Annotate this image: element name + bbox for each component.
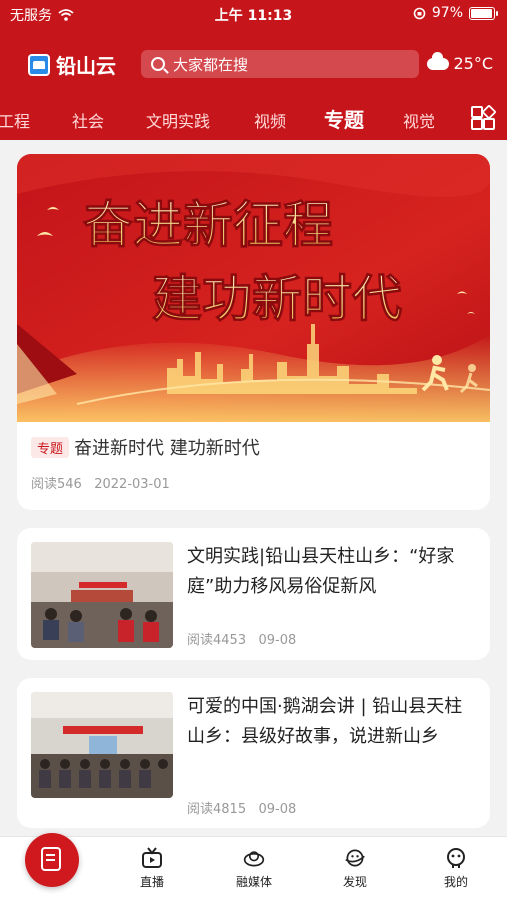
channel-tabs: 工程 社会 文明实践 视频 专题 视觉 <box>0 100 507 136</box>
tab-special-topic[interactable]: 专题 <box>324 104 364 133</box>
channel-grid-icon[interactable] <box>471 104 497 130</box>
banner-line1: 奋进新征程 <box>83 197 333 253</box>
search-placeholder: 大家都在搜 <box>173 55 249 74</box>
battery-icon <box>469 6 498 20</box>
orientation-lock-icon <box>413 7 426 19</box>
tab-visual[interactable]: 视觉 <box>403 108 435 132</box>
nav-profile[interactable]: 我的 <box>421 847 491 890</box>
featured-title[interactable]: 奋进新时代 建功新时代 <box>74 434 260 460</box>
news-thumbnail <box>31 692 173 798</box>
news-item[interactable]: 文明实践|铅山县天柱山乡：“好家庭”助力移风易俗促新风 阅读4453 09-08 <box>17 528 490 660</box>
read-count: 阅读4815 <box>187 802 247 817</box>
banner-line2: 建功新时代 <box>152 271 402 327</box>
topic-tag: 专题 <box>31 437 70 458</box>
featured-meta: 阅读546 2022-03-01 <box>31 473 170 492</box>
news-meta: 阅读4815 09-08 <box>187 798 296 817</box>
profile-icon <box>447 848 465 868</box>
cloud-icon <box>427 51 450 70</box>
publish-date: 2022-03-01 <box>94 477 170 492</box>
nav-label: 直播 <box>139 875 164 889</box>
read-count: 阅读546 <box>31 477 82 492</box>
publish-date: 09-08 <box>258 633 297 648</box>
nav-label: 我的 <box>443 875 468 889</box>
app-logo[interactable]: 铅山云 <box>28 50 116 79</box>
battery-percent: 97% <box>431 5 463 21</box>
featured-banner: 奋进新征程 建功新时代 <box>17 154 490 422</box>
temperature: 25°C <box>453 54 493 73</box>
nav-media[interactable]: 融媒体 <box>219 847 289 890</box>
publish-date: 09-08 <box>258 802 297 817</box>
weather-widget[interactable]: 25°C <box>427 51 493 73</box>
nav-label: 融媒体 <box>235 875 272 889</box>
status-bar: 无服务 上午 11:13 97% <box>0 0 507 30</box>
tab-engineering[interactable]: 工程 <box>0 108 30 132</box>
app-header: 铅山云 大家都在搜 25°C <box>0 44 507 84</box>
nav-live[interactable]: 直播 <box>117 847 187 890</box>
news-thumbnail <box>31 542 173 648</box>
bottom-nav: 直播 融媒体 发现 我的 <box>0 833 507 901</box>
nav-discover[interactable]: 发现 <box>320 847 390 890</box>
tab-society[interactable]: 社会 <box>72 108 104 132</box>
news-title[interactable]: 文明实践|铅山县天柱山乡：“好家庭”助力移风易俗促新风 <box>187 542 479 602</box>
tv-icon <box>142 847 162 868</box>
tab-video[interactable]: 视频 <box>254 108 286 132</box>
featured-card[interactable]: 奋进新征程 建功新时代 专题 奋进新时代 建功新时代 阅读546 2022-03… <box>17 154 490 510</box>
read-count: 阅读4453 <box>187 633 247 648</box>
news-title[interactable]: 可爱的中国·鹅湖会讲 | 铅山县天柱山乡：县级好故事，说进新山乡 <box>187 692 479 752</box>
app-name: 铅山云 <box>56 54 116 78</box>
news-meta: 阅读4453 09-08 <box>187 629 296 648</box>
home-news-icon[interactable] <box>25 833 79 887</box>
tab-civilization-practice[interactable]: 文明实践 <box>146 108 210 132</box>
discover-icon <box>345 849 365 867</box>
search-bar[interactable]: 大家都在搜 <box>141 50 419 78</box>
nav-label: 发现 <box>342 875 367 889</box>
news-item[interactable]: 可爱的中国·鹅湖会讲 | 铅山县天柱山乡：县级好故事，说进新山乡 阅读4815 … <box>17 678 490 828</box>
search-icon <box>151 57 165 71</box>
media-icon <box>243 851 265 867</box>
top-bar: 无服务 上午 11:13 97% 铅山云 大家都在搜 25°C 工程 社会 文明… <box>0 0 507 140</box>
logo-icon <box>28 53 50 76</box>
